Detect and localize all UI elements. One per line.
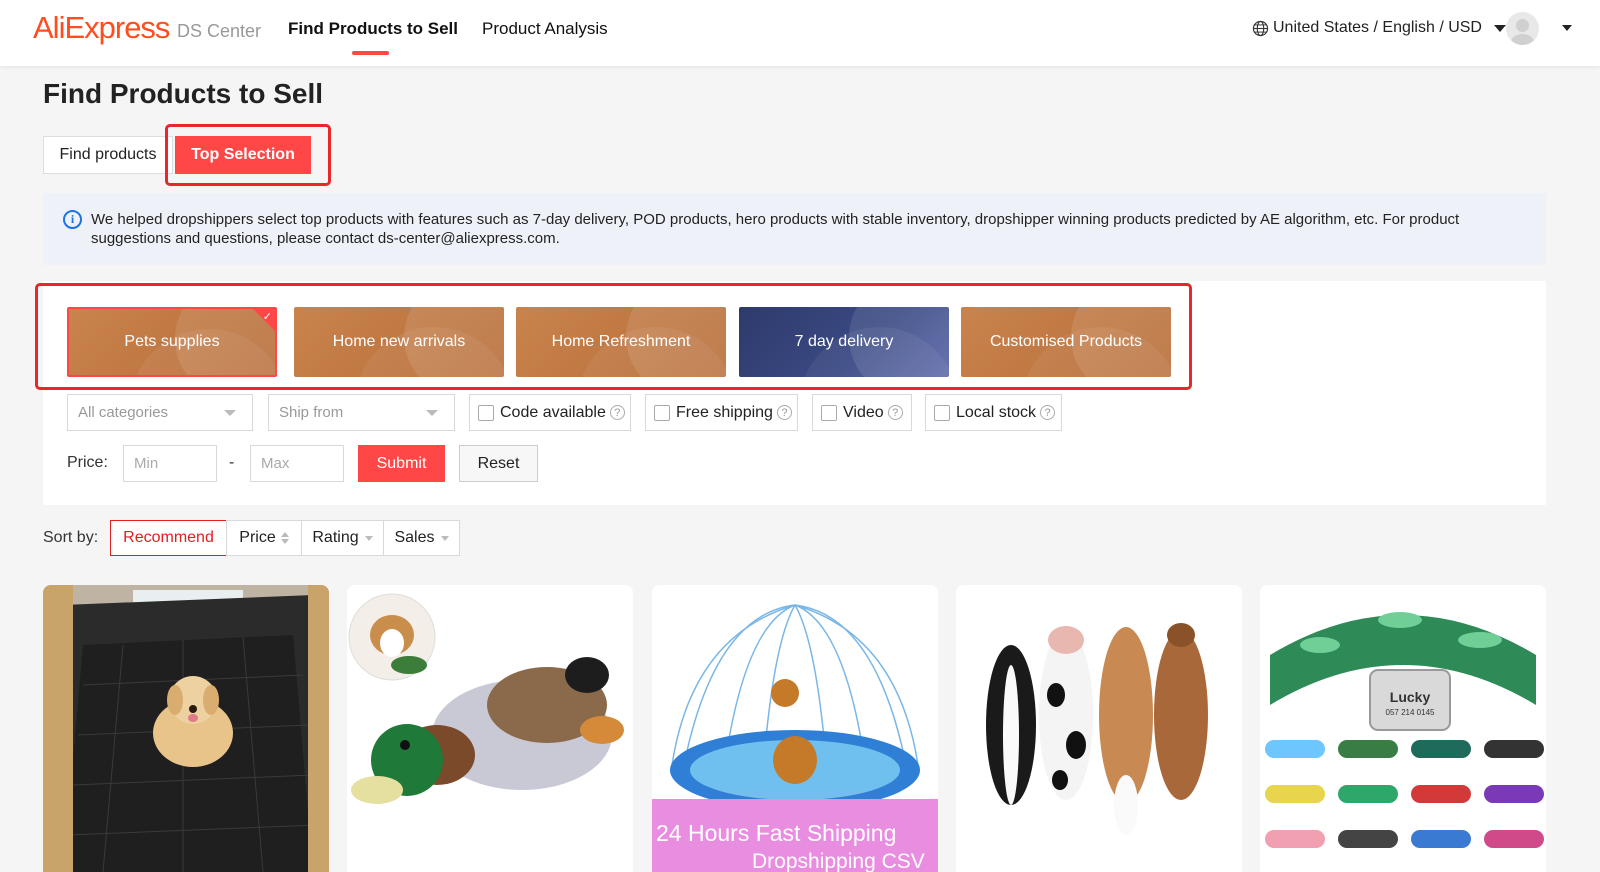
sort-option-label: Sales xyxy=(394,529,435,546)
locale-selector[interactable]: United States / English / USD xyxy=(1252,19,1506,37)
product-card-dog-car-seat-cover[interactable] xyxy=(43,585,329,872)
local-stock-checkbox[interactable]: Local stock ? xyxy=(925,394,1062,431)
checkbox-label: Video xyxy=(843,403,884,421)
submit-button[interactable]: Submit xyxy=(358,445,445,482)
sort-recommend[interactable]: Recommend xyxy=(110,520,227,556)
collar-tag-number: 057 214 0145 xyxy=(1386,708,1435,717)
logo-ali-text: Ali xyxy=(33,10,65,45)
product-banner-text: 24 Hours Fast Shipping xyxy=(656,820,896,846)
help-icon[interactable]: ? xyxy=(1040,405,1056,420)
chevron-down-icon xyxy=(426,410,438,416)
ship-from-select[interactable]: Ship from xyxy=(268,394,455,431)
globe-icon xyxy=(1252,20,1269,36)
product-card-squeaky-animal-toys[interactable] xyxy=(956,585,1242,872)
product-card-duck-plush-toy[interactable] xyxy=(347,585,633,872)
help-icon[interactable]: ? xyxy=(887,405,903,420)
info-text: We helped dropshippers select top produc… xyxy=(91,211,1460,247)
category-label: 7 day delivery xyxy=(794,333,894,350)
sort-price[interactable]: Price xyxy=(226,520,302,556)
sort-arrows-icon xyxy=(280,532,289,544)
avatar[interactable] xyxy=(1506,12,1539,45)
chevron-down-icon xyxy=(440,535,449,541)
category-label: Home new arrivals xyxy=(332,333,466,350)
checkbox-box[interactable] xyxy=(654,404,670,421)
aliexpress-logo[interactable]: AliExpress xyxy=(33,10,170,46)
info-notice: i We helped dropshippers select top prod… xyxy=(43,193,1546,265)
category-select[interactable]: All categories xyxy=(67,394,253,431)
price-range-dash: - xyxy=(229,454,235,471)
sort-sales[interactable]: Sales xyxy=(383,520,460,556)
product-card-personalized-dog-collar[interactable]: Lucky 057 214 0145 xyxy=(1260,585,1546,872)
chevron-down-icon xyxy=(364,535,373,541)
code-available-checkbox[interactable]: Code available ? xyxy=(469,394,631,431)
checkbox-box[interactable] xyxy=(934,404,950,421)
nav-product-analysis[interactable]: Product Analysis xyxy=(482,19,608,39)
product-banner-text-2: Dropshipping CSV xyxy=(752,850,925,872)
chevron-down-icon xyxy=(1493,24,1506,32)
checkbox-box[interactable] xyxy=(478,404,494,421)
locale-text: United States / English / USD xyxy=(1273,19,1482,36)
price-min-input[interactable]: Min xyxy=(123,445,217,482)
nav-active-indicator xyxy=(352,51,389,55)
product-image[interactable]: Lucky 057 214 0145 xyxy=(1260,585,1546,872)
sort-option-label: Rating xyxy=(312,529,359,546)
checkbox-label: Local stock xyxy=(956,403,1037,421)
top-navigation-bar: AliExpress DS Center Find Products to Se… xyxy=(0,0,1600,66)
nav-find-products[interactable]: Find Products to Sell xyxy=(288,19,458,39)
reset-button[interactable]: Reset xyxy=(459,445,538,482)
sort-rating[interactable]: Rating xyxy=(301,520,384,556)
price-label: Price: xyxy=(67,454,108,471)
product-image[interactable] xyxy=(956,585,1242,872)
highlight-box-tab xyxy=(165,124,331,186)
category-label: Home Refreshment xyxy=(551,333,691,350)
product-card-dog-splash-pad[interactable]: 24 Hours Fast Shipping Dropshipping CSV xyxy=(652,585,938,872)
checkmark-icon: ✓ xyxy=(262,311,272,323)
sort-label: Sort by: xyxy=(43,529,99,546)
help-icon[interactable]: ? xyxy=(776,405,792,420)
checkbox-label: Code available xyxy=(500,403,606,421)
ds-center-label: DS Center xyxy=(177,21,262,41)
product-image[interactable]: 24 Hours Fast Shipping Dropshipping CSV xyxy=(652,585,938,872)
page-title: Find Products to Sell xyxy=(43,78,324,109)
chevron-down-icon xyxy=(224,410,236,416)
tab-find-products[interactable]: Find products xyxy=(43,136,173,174)
sort-option-label: Price xyxy=(239,529,276,546)
ship-from-select-value: Ship from xyxy=(279,404,344,421)
help-icon[interactable]: ? xyxy=(609,405,625,420)
price-max-input[interactable]: Max xyxy=(250,445,344,482)
category-label: Customised Products xyxy=(989,333,1143,350)
chevron-down-icon[interactable] xyxy=(1562,25,1572,31)
sort-option-label: Recommend xyxy=(123,529,214,546)
video-checkbox[interactable]: Video ? xyxy=(812,394,912,431)
product-image[interactable] xyxy=(43,585,329,872)
category-label: Pets supplies xyxy=(124,333,220,350)
category-select-value: All categories xyxy=(78,404,169,421)
checkbox-box[interactable] xyxy=(821,404,837,421)
checkbox-label: Free shipping xyxy=(676,403,773,421)
product-image[interactable] xyxy=(347,585,633,872)
logo-express-text: Express xyxy=(64,10,170,45)
info-icon: i xyxy=(63,210,82,229)
free-shipping-checkbox[interactable]: Free shipping ? xyxy=(645,394,798,431)
collar-tag-name: Lucky xyxy=(1390,689,1431,705)
